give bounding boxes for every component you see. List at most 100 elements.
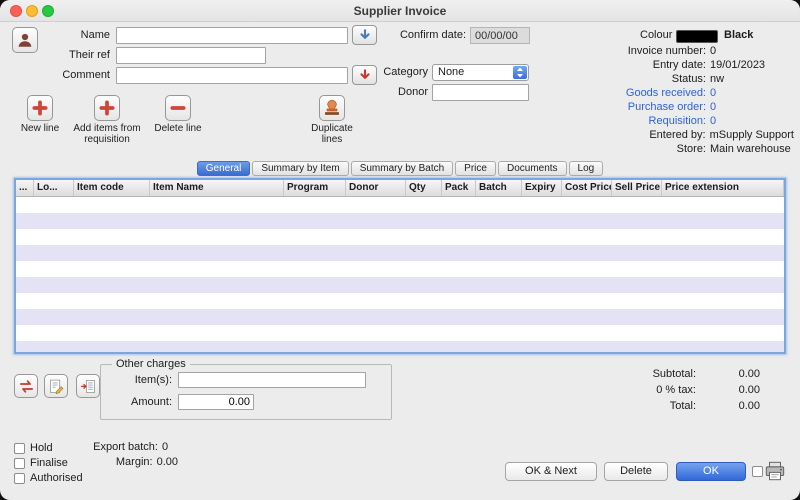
add-items-from-requisition-button[interactable]: Add items from requisition: [68, 95, 146, 145]
table-cell: [16, 277, 34, 293]
tab-summary-by-batch[interactable]: Summary by Batch: [351, 161, 453, 176]
table-cell: [16, 341, 34, 354]
column-header[interactable]: Item Name: [150, 180, 284, 196]
edit-charges-button[interactable]: [44, 374, 68, 398]
other-charges-amount-input[interactable]: [178, 394, 254, 410]
table-cell: [150, 325, 284, 341]
table-cell: [476, 261, 522, 277]
title-bar: Supplier Invoice: [0, 0, 800, 22]
table-row[interactable]: [16, 341, 784, 354]
table-cell: [562, 213, 612, 229]
table-row[interactable]: [16, 245, 784, 261]
tab-documents[interactable]: Documents: [498, 161, 567, 176]
print-checkbox[interactable]: [752, 466, 763, 477]
info-value[interactable]: 0: [710, 114, 794, 128]
table-cell: [34, 197, 74, 213]
table-body: [16, 197, 784, 354]
donor-input[interactable]: [432, 84, 529, 101]
other-charges-title: Other charges: [112, 358, 190, 370]
column-header[interactable]: Expiry: [522, 180, 562, 196]
delete-button[interactable]: Delete: [604, 462, 668, 481]
table-cell: [522, 293, 562, 309]
table-cell: [150, 293, 284, 309]
table-cell: [284, 197, 346, 213]
duplicate-lines-button[interactable]: Duplicate lines: [300, 95, 364, 145]
tab-price[interactable]: Price: [455, 161, 496, 176]
column-header[interactable]: Pack: [442, 180, 476, 196]
window-title: Supplier Invoice: [0, 0, 800, 22]
table-row[interactable]: [16, 261, 784, 277]
table-cell: [284, 341, 346, 354]
choose-name-button[interactable]: [12, 27, 38, 53]
column-header[interactable]: Program: [284, 180, 346, 196]
column-header[interactable]: Donor: [346, 180, 406, 196]
blue-down-arrow-icon: [358, 28, 372, 42]
finalise-checkbox[interactable]: [14, 458, 25, 469]
table-row[interactable]: [16, 309, 784, 325]
comment-input[interactable]: [116, 67, 348, 84]
other-charges-items-input[interactable]: [178, 372, 366, 388]
column-header[interactable]: Cost Price: [562, 180, 612, 196]
margin-label: Margin:: [58, 456, 153, 468]
name-input[interactable]: [116, 27, 348, 44]
delete-line-button[interactable]: Delete line: [150, 95, 206, 134]
column-header[interactable]: Batch: [476, 180, 522, 196]
table-cell: [662, 277, 784, 293]
their-ref-input[interactable]: [116, 47, 266, 64]
transfer-lines-button[interactable]: [14, 374, 38, 398]
column-header[interactable]: Item code: [74, 180, 150, 196]
delete-line-label: Delete line: [150, 123, 206, 134]
minus-icon: [169, 99, 187, 117]
table-cell: [150, 213, 284, 229]
table-row[interactable]: [16, 293, 784, 309]
export-batch-row: Export batch: 0: [58, 441, 178, 453]
ok-next-button[interactable]: OK & Next: [505, 462, 597, 481]
table-cell: [662, 261, 784, 277]
info-label: Store:: [608, 142, 706, 156]
tab-general[interactable]: General: [197, 161, 251, 176]
name-lookup-button[interactable]: [352, 25, 377, 45]
info-value: 0: [710, 44, 794, 58]
table-cell: [150, 341, 284, 354]
table-cell: [406, 325, 442, 341]
info-value[interactable]: 0: [710, 100, 794, 114]
table-cell: [346, 213, 406, 229]
table-row[interactable]: [16, 277, 784, 293]
table-row[interactable]: [16, 325, 784, 341]
table-cell: [346, 229, 406, 245]
table-cell: [284, 309, 346, 325]
list-insert-icon: [80, 378, 97, 395]
their-ref-label: Their ref: [38, 47, 110, 64]
column-header[interactable]: ...: [16, 180, 34, 196]
category-select[interactable]: None: [432, 64, 529, 81]
table-row[interactable]: [16, 197, 784, 213]
total-row: Subtotal:0.00: [596, 366, 760, 382]
hold-checkbox[interactable]: [14, 443, 25, 454]
tab-summary-by-item[interactable]: Summary by Item: [252, 161, 348, 176]
table-cell: [476, 229, 522, 245]
table-cell: [406, 277, 442, 293]
column-header[interactable]: Qty: [406, 180, 442, 196]
column-header[interactable]: Sell Price: [612, 180, 662, 196]
column-header[interactable]: Lo...: [34, 180, 74, 196]
colour-label: Colour: [640, 27, 672, 44]
tab-log[interactable]: Log: [569, 161, 604, 176]
info-label: Requisition:: [608, 114, 706, 128]
pencil-note-icon: [48, 378, 65, 395]
ok-button[interactable]: OK: [676, 462, 746, 481]
info-value[interactable]: 0: [710, 86, 794, 100]
table-cell: [284, 277, 346, 293]
table-row[interactable]: [16, 213, 784, 229]
table-row[interactable]: [16, 229, 784, 245]
donor-label: Donor: [360, 84, 428, 101]
colour-swatch[interactable]: [676, 30, 718, 43]
print-button[interactable]: [764, 460, 788, 482]
new-line-button[interactable]: New line: [14, 95, 66, 134]
table-cell: [442, 213, 476, 229]
table-cell: [562, 197, 612, 213]
insert-line-button[interactable]: [76, 374, 100, 398]
table-cell: [74, 293, 150, 309]
column-header[interactable]: Price extension: [662, 180, 784, 196]
info-label: Invoice number:: [608, 44, 706, 58]
authorised-checkbox[interactable]: [14, 473, 25, 484]
